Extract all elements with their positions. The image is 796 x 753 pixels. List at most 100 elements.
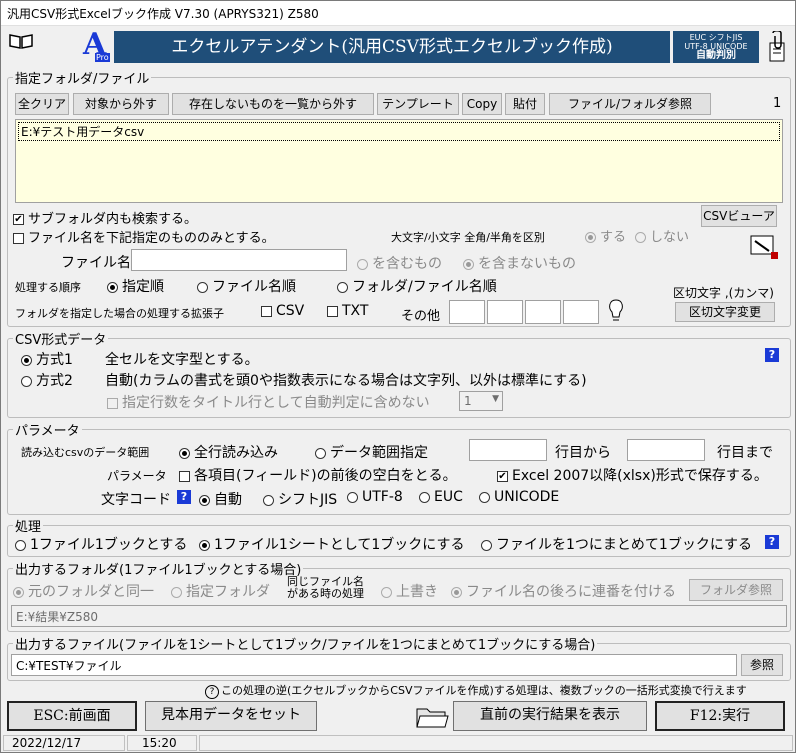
out-folder-path[interactable]: E:¥結果¥Z580 (11, 605, 787, 627)
file-list[interactable]: E:¥テスト用データcsv (15, 119, 783, 203)
method-help-icon[interactable]: ? (765, 348, 779, 362)
process-opt3-radio[interactable]: ファイルを1つにまとめて1ブックにする (481, 534, 752, 554)
contains-radio-dot[interactable] (357, 258, 368, 270)
case-yes-radio-dot[interactable] (585, 232, 596, 243)
trim-check-box[interactable] (179, 470, 190, 482)
paste-button[interactable]: 貼付 (505, 93, 545, 115)
range-specify-radio-dot[interactable] (315, 447, 326, 459)
process-opt2-radio[interactable]: 1ファイル1シートとして1ブックにする (199, 534, 464, 554)
ext-other-input-1[interactable] (449, 300, 485, 324)
ext-csv-checkbox[interactable]: CSV (261, 303, 304, 319)
enc-euc-radio[interactable]: EUC (419, 489, 463, 505)
same-folder-radio-dot[interactable] (13, 586, 24, 598)
sample-data-button[interactable]: 見本用データをセット (145, 701, 317, 731)
remove-missing-button[interactable]: 存在しないものを一覧から外す (172, 93, 374, 115)
template-button[interactable]: テンプレート (377, 93, 459, 115)
order-specified-radio[interactable]: 指定順 (107, 276, 164, 296)
order-folder-radio[interactable]: フォルダ/ファイル名順 (337, 276, 497, 296)
order-filename-radio-dot[interactable] (197, 281, 208, 293)
help-icon[interactable] (765, 30, 789, 63)
case-yes-radio[interactable]: する (585, 226, 626, 245)
case-no-radio-dot[interactable] (635, 232, 646, 243)
case-no-label: しない (650, 230, 690, 245)
row-to-input[interactable] (627, 439, 705, 461)
ext-csv-check-box[interactable] (261, 305, 272, 317)
process-opt1-radio[interactable]: 1ファイル1ブックとする (15, 534, 187, 554)
process-opt1-radio-dot[interactable] (15, 539, 26, 551)
encoding-help-icon[interactable]: ? (177, 490, 191, 504)
all-rows-label: 全行読み込み (194, 445, 278, 461)
enc-euc-radio-dot[interactable] (419, 491, 430, 503)
trim-checkbox[interactable]: 各項目(フィールド)の前後の空白をとる。 (179, 465, 457, 485)
serial-radio[interactable]: ファイル名の後ろに連番を付ける (451, 581, 676, 601)
not-contains-radio[interactable]: を含まないもの (463, 253, 576, 273)
order-folder-radio-dot[interactable] (337, 281, 348, 293)
enc-euc-label: EUC (434, 489, 463, 505)
not-contains-radio-dot[interactable] (463, 258, 474, 270)
book-icon[interactable] (9, 33, 33, 49)
process-opt3-radio-dot[interactable] (481, 539, 492, 551)
enc-auto-radio[interactable]: 自動 (199, 489, 242, 509)
same-folder-radio[interactable]: 元のフォルダと同一 (13, 581, 154, 601)
csv-viewer-button[interactable]: CSVビューア (701, 205, 777, 227)
order-specified-radio-dot[interactable] (107, 281, 118, 293)
ext-txt-checkbox[interactable]: TXT (327, 303, 368, 319)
exclude-button[interactable]: 対象から外す (73, 93, 169, 115)
range-specify-radio[interactable]: データ範囲指定 (315, 442, 428, 462)
lightbulb-icon[interactable] (607, 298, 625, 324)
contains-radio[interactable]: を含むもの (357, 253, 442, 273)
out-file-path[interactable]: C:¥TEST¥ファイル (11, 654, 737, 676)
enc-sjis-radio[interactable]: シフトJIS (263, 489, 337, 509)
enc-auto-radio-dot[interactable] (199, 494, 210, 506)
file-browse-button[interactable]: 参照 (741, 654, 783, 676)
title-row-check-box[interactable] (107, 397, 118, 409)
subfolder-check-box[interactable]: ✔ (13, 214, 24, 225)
method2-radio-dot[interactable] (21, 375, 32, 387)
folder-browse-button[interactable]: フォルダ参照 (689, 579, 783, 601)
last-result-button[interactable]: 直前の実行結果を表示 (453, 701, 647, 731)
ext-other-input-2[interactable] (487, 300, 523, 324)
xlsx-check-box[interactable]: ✔ (497, 470, 508, 482)
row-from-input[interactable] (469, 439, 547, 461)
title-row-checkbox[interactable]: 指定行数をタイトル行として自動判定に含めない (107, 392, 430, 412)
serial-radio-dot[interactable] (451, 586, 462, 598)
all-rows-radio-dot[interactable] (179, 447, 190, 459)
clear-all-button[interactable]: 全クリア (15, 93, 69, 115)
browse-files-button[interactable]: ファイル/フォルダ参照 (549, 93, 711, 115)
folder-icon[interactable] (415, 703, 449, 729)
process-help-icon[interactable]: ? (765, 535, 779, 549)
copy-button[interactable]: Copy (462, 93, 502, 115)
method2-radio[interactable]: 方式2 (21, 370, 73, 390)
edit-icon[interactable] (749, 233, 779, 261)
title-row-select[interactable]: 1 ▼ (459, 391, 503, 411)
all-rows-radio[interactable]: 全行読み込み (179, 442, 278, 462)
case-no-radio[interactable]: しない (635, 226, 689, 245)
xlsx-checkbox[interactable]: ✔ Excel 2007以降(xlsx)形式で保存する。 (497, 465, 768, 485)
ext-other-input-4[interactable] (563, 300, 599, 324)
process-opt2-label: 1ファイル1シートとして1ブックにする (214, 537, 465, 553)
back-button[interactable]: ESC:前画面 (7, 701, 137, 731)
only-named-check-box[interactable] (13, 233, 24, 244)
ext-txt-check-box[interactable] (327, 305, 338, 317)
order-filename-radio[interactable]: ファイル名順 (197, 276, 296, 296)
process-opt2-radio-dot[interactable] (199, 539, 210, 551)
run-button[interactable]: F12:実行 (655, 701, 785, 731)
overwrite-radio[interactable]: 上書き (381, 581, 438, 601)
row-to-label: 行目まで (717, 445, 773, 461)
method1-radio-dot[interactable] (21, 354, 32, 366)
specify-folder-radio-dot[interactable] (171, 586, 182, 598)
only-named-checkbox[interactable]: ファイル名を下記指定のもののみとする。 (13, 227, 275, 246)
enc-utf8-radio-dot[interactable] (347, 491, 358, 503)
method1-radio[interactable]: 方式1 (21, 349, 73, 369)
enc-sjis-radio-dot[interactable] (263, 494, 274, 506)
specify-folder-radio[interactable]: 指定フォルダ (171, 581, 270, 601)
file-list-item[interactable]: E:¥テスト用データcsv (18, 122, 780, 141)
overwrite-radio-dot[interactable] (381, 586, 392, 598)
enc-unicode-radio[interactable]: UNICODE (479, 489, 559, 505)
ext-other-input-3[interactable] (525, 300, 561, 324)
delimiter-change-button[interactable]: 区切文字変更 (675, 302, 775, 322)
enc-utf8-radio[interactable]: UTF-8 (347, 489, 403, 505)
enc-unicode-radio-dot[interactable] (479, 491, 490, 503)
filename-input[interactable] (131, 249, 347, 271)
subfolder-checkbox[interactable]: ✔ サブフォルダ内も検索する。 (13, 208, 197, 227)
